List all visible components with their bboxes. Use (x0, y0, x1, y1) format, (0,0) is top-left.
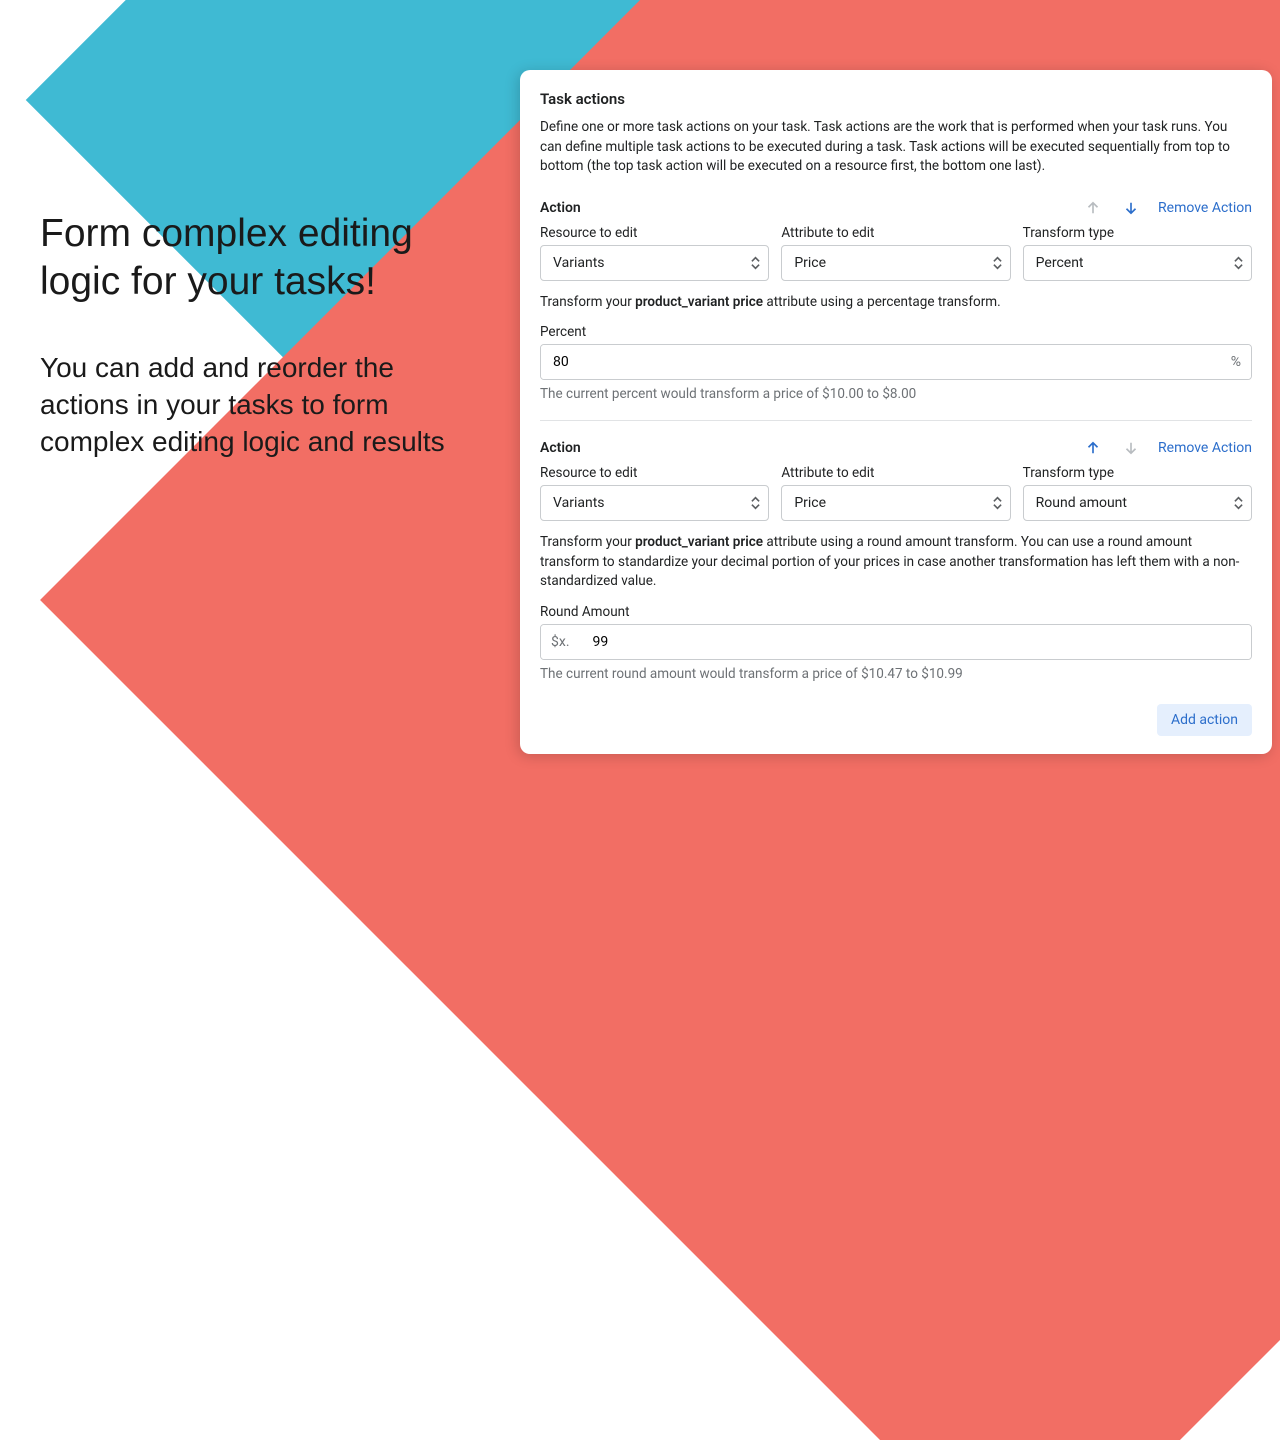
select-caret-icon (1234, 497, 1243, 510)
round-prefix: $x. (541, 625, 581, 659)
select-caret-icon (751, 497, 760, 510)
transform-label: Transform type (1023, 465, 1252, 481)
action-block-1: Action Remove Action Resource to edit Va… (540, 193, 1252, 403)
arrow-up-icon (1084, 199, 1102, 217)
attribute-value: Price (794, 255, 826, 271)
arrow-down-icon (1122, 199, 1140, 217)
move-down-button[interactable] (1120, 197, 1142, 219)
resource-select[interactable]: Variants (540, 485, 769, 521)
marketing-subtext: You can add and reorder the actions in y… (40, 350, 480, 461)
remove-action-button[interactable]: Remove Action (1158, 440, 1252, 456)
round-helper: The current round amount would transform… (540, 666, 1252, 682)
select-caret-icon (993, 497, 1002, 510)
task-actions-panel: Task actions Define one or more task act… (520, 70, 1272, 754)
arrow-up-icon (1084, 439, 1102, 457)
move-down-button (1120, 437, 1142, 459)
resource-value: Variants (553, 255, 605, 271)
marketing-copy: Form complex editing logic for your task… (40, 210, 480, 461)
move-up-button (1082, 197, 1104, 219)
resource-label: Resource to edit (540, 465, 769, 481)
arrow-down-icon (1122, 439, 1140, 457)
transform-select[interactable]: Round amount (1023, 485, 1252, 521)
select-caret-icon (993, 256, 1002, 269)
transform-description: Transform your product_variant price att… (540, 293, 1252, 313)
percent-helper: The current percent would transform a pr… (540, 386, 1252, 402)
attribute-label: Attribute to edit (781, 465, 1010, 481)
round-input[interactable] (581, 625, 1251, 659)
resource-select[interactable]: Variants (540, 245, 769, 281)
resource-value: Variants (553, 495, 605, 511)
attribute-select[interactable]: Price (781, 485, 1010, 521)
transform-value: Round amount (1036, 495, 1127, 511)
transform-label: Transform type (1023, 225, 1252, 241)
attribute-label: Attribute to edit (781, 225, 1010, 241)
action-label: Action (540, 200, 581, 216)
resource-label: Resource to edit (540, 225, 769, 241)
move-up-button[interactable] (1082, 437, 1104, 459)
action-label: Action (540, 440, 581, 456)
remove-action-button[interactable]: Remove Action (1158, 200, 1252, 216)
panel-description: Define one or more task actions on your … (540, 118, 1252, 177)
percent-label: Percent (540, 324, 1252, 340)
attribute-select[interactable]: Price (781, 245, 1010, 281)
round-label: Round Amount (540, 604, 1252, 620)
attribute-value: Price (794, 495, 826, 511)
panel-title: Task actions (540, 90, 1252, 108)
percent-input[interactable] (541, 345, 1220, 379)
transform-select[interactable]: Percent (1023, 245, 1252, 281)
transform-description: Transform your product_variant price att… (540, 533, 1252, 592)
select-caret-icon (1234, 256, 1243, 269)
select-caret-icon (751, 256, 760, 269)
action-block-2: Action Remove Action Resource to edit Va… (540, 420, 1252, 682)
marketing-headline: Form complex editing logic for your task… (40, 210, 480, 306)
transform-value: Percent (1036, 255, 1084, 271)
percent-suffix: % (1220, 345, 1251, 379)
